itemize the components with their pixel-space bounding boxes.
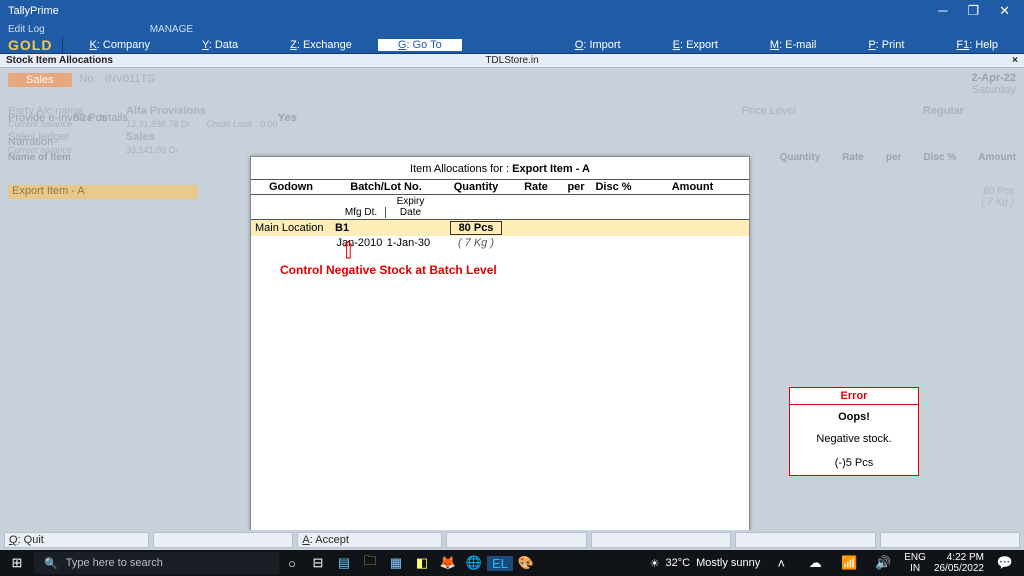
- dialog-title-item: Export Item - A: [512, 163, 590, 175]
- wifi-icon[interactable]: 📶: [836, 555, 862, 571]
- item-allocations-dialog: Item Allocations for : Export Item - A G…: [250, 156, 750, 530]
- quantity-input[interactable]: 80 Pcs: [450, 221, 503, 235]
- einvoice-label: Provide e-Invoice details: [8, 112, 128, 124]
- menu-data[interactable]: Y: Data: [176, 39, 264, 51]
- tray-chevron-icon[interactable]: ˄: [768, 556, 794, 571]
- lang-2[interactable]: IN: [904, 563, 926, 574]
- onedrive-icon[interactable]: ☁: [802, 555, 828, 571]
- weather-temp: 32°C: [665, 557, 690, 569]
- menu-print[interactable]: P: Print: [842, 39, 930, 51]
- edition-label: GOLD: [0, 37, 62, 53]
- voucher-date: 2-Apr-22: [971, 72, 1016, 84]
- search-icon: 🔍: [44, 557, 58, 570]
- allocation-row[interactable]: Main Location B1 80 Pcs: [251, 220, 749, 237]
- sl-value: Sales: [126, 131, 155, 143]
- einvoice-value: Yes: [278, 112, 297, 124]
- narration-label: Narration: [8, 136, 53, 148]
- clock[interactable]: 4:22 PM 26/05/2022: [934, 552, 984, 574]
- app-icon-1[interactable]: ▤: [331, 555, 357, 571]
- firefox-icon[interactable]: 🦊: [435, 555, 461, 571]
- close-icon[interactable]: ✕: [999, 3, 1010, 19]
- voucher-type: Sales: [8, 73, 72, 87]
- dim-kg: ( 7 Kg ): [981, 197, 1014, 208]
- dim-qty: 80 Pcs: [981, 186, 1014, 197]
- fn-accept[interactable]: A: Accept: [297, 532, 442, 548]
- menu-email[interactable]: M: E-mail: [744, 39, 842, 51]
- fn-blank2: [446, 532, 586, 548]
- col-amount: Amount: [978, 152, 1016, 163]
- explorer-icon[interactable]: 🗀: [357, 552, 383, 574]
- menu-exchange[interactable]: Z: Exchange: [264, 39, 378, 51]
- weather-widget[interactable]: ☀ 32°C Mostly sunny: [650, 557, 761, 570]
- pricelevel-label: Price Level: [742, 105, 796, 117]
- col-qty: Quantity: [780, 152, 821, 163]
- th-rate: Rate: [511, 180, 561, 195]
- col-disc: Disc %: [923, 152, 956, 163]
- error-popup: Error Oops! Negative stock. (-)5 Pcs: [789, 387, 919, 476]
- menu-company[interactable]: K: Company: [63, 39, 176, 51]
- search-placeholder: Type here to search: [66, 557, 163, 569]
- taskbar-search[interactable]: 🔍 Type here to search: [34, 552, 279, 574]
- menu-export[interactable]: E: Export: [647, 39, 744, 51]
- fn-blank3: [591, 532, 731, 548]
- no-label: No.: [80, 73, 97, 87]
- manage-label[interactable]: MANAGE: [150, 24, 193, 35]
- fn-quit[interactable]: Q: Quit: [4, 532, 149, 548]
- cell-exp: 1-Jan-30: [384, 237, 433, 249]
- taskview-icon[interactable]: ⊟: [305, 555, 331, 571]
- app-icon-5[interactable]: 🎨: [513, 555, 539, 571]
- th-qty: Quantity: [441, 180, 511, 195]
- th-godown: Godown: [251, 180, 331, 195]
- th-batch: Batch/Lot No.: [331, 180, 441, 195]
- cell-mfg: Jan-2010: [335, 237, 384, 249]
- th-mfg: Mfg Dt.: [337, 207, 386, 218]
- th-amount: Amount: [636, 180, 749, 195]
- pricelevel-value: Regular: [923, 105, 964, 117]
- company-name: TDLStore.in: [0, 55, 1024, 66]
- error-qty: (-)5 Pcs: [794, 457, 914, 469]
- fn-blank5: [880, 532, 1020, 548]
- menu-import[interactable]: O: Import: [549, 39, 647, 51]
- maximize-icon[interactable]: ❐: [967, 3, 979, 19]
- app-icon-3[interactable]: ◧: [409, 555, 435, 571]
- sun-icon: ☀: [650, 557, 660, 570]
- col-name: Name of Item: [8, 152, 71, 163]
- menu-help[interactable]: F1: Help: [930, 39, 1024, 51]
- cell-location: Main Location: [251, 220, 331, 237]
- notifications-icon[interactable]: 💬: [992, 555, 1018, 571]
- fn-blank4: [735, 532, 875, 548]
- col-per: per: [886, 152, 902, 163]
- total-pcs: 80 Pcs: [73, 112, 107, 124]
- minimize-icon[interactable]: ─: [938, 3, 947, 19]
- dialog-title-pre: Item Allocations for :: [410, 163, 509, 175]
- cell-kg: ( 7 Kg ): [441, 236, 511, 250]
- app-title: TallyPrime: [4, 5, 59, 17]
- error-title: Error: [790, 388, 918, 405]
- clock-time: 4:22 PM: [934, 552, 984, 563]
- th-disc: Disc %: [591, 180, 636, 195]
- chrome-icon[interactable]: 🌐: [461, 555, 487, 571]
- edit-log-label: Edit Log: [8, 24, 45, 35]
- error-heading: Oops!: [794, 411, 914, 423]
- error-message: Negative stock.: [794, 433, 914, 445]
- volume-icon[interactable]: 🔊: [870, 555, 896, 571]
- app-icon-2[interactable]: ▦: [383, 555, 409, 571]
- start-button[interactable]: ⊞: [0, 550, 34, 576]
- weather-state: Mostly sunny: [696, 557, 760, 569]
- cortana-icon[interactable]: ○: [279, 556, 305, 571]
- clock-date: 26/05/2022: [934, 563, 984, 574]
- col-rate: Rate: [842, 152, 864, 163]
- menu-goto[interactable]: G: Go To: [378, 39, 462, 51]
- th-exp: Expiry Date: [386, 196, 435, 218]
- fn-blank1: [153, 532, 293, 548]
- voucher-day: Saturday: [971, 84, 1016, 96]
- lang-1[interactable]: ENG: [904, 552, 926, 563]
- cell-batch: B1: [331, 220, 441, 237]
- th-per: per: [561, 180, 591, 195]
- app-icon-4[interactable]: EL: [487, 556, 513, 571]
- item-name-field[interactable]: Export Item - A: [8, 185, 198, 199]
- voucher-no: INV011TS: [105, 73, 155, 87]
